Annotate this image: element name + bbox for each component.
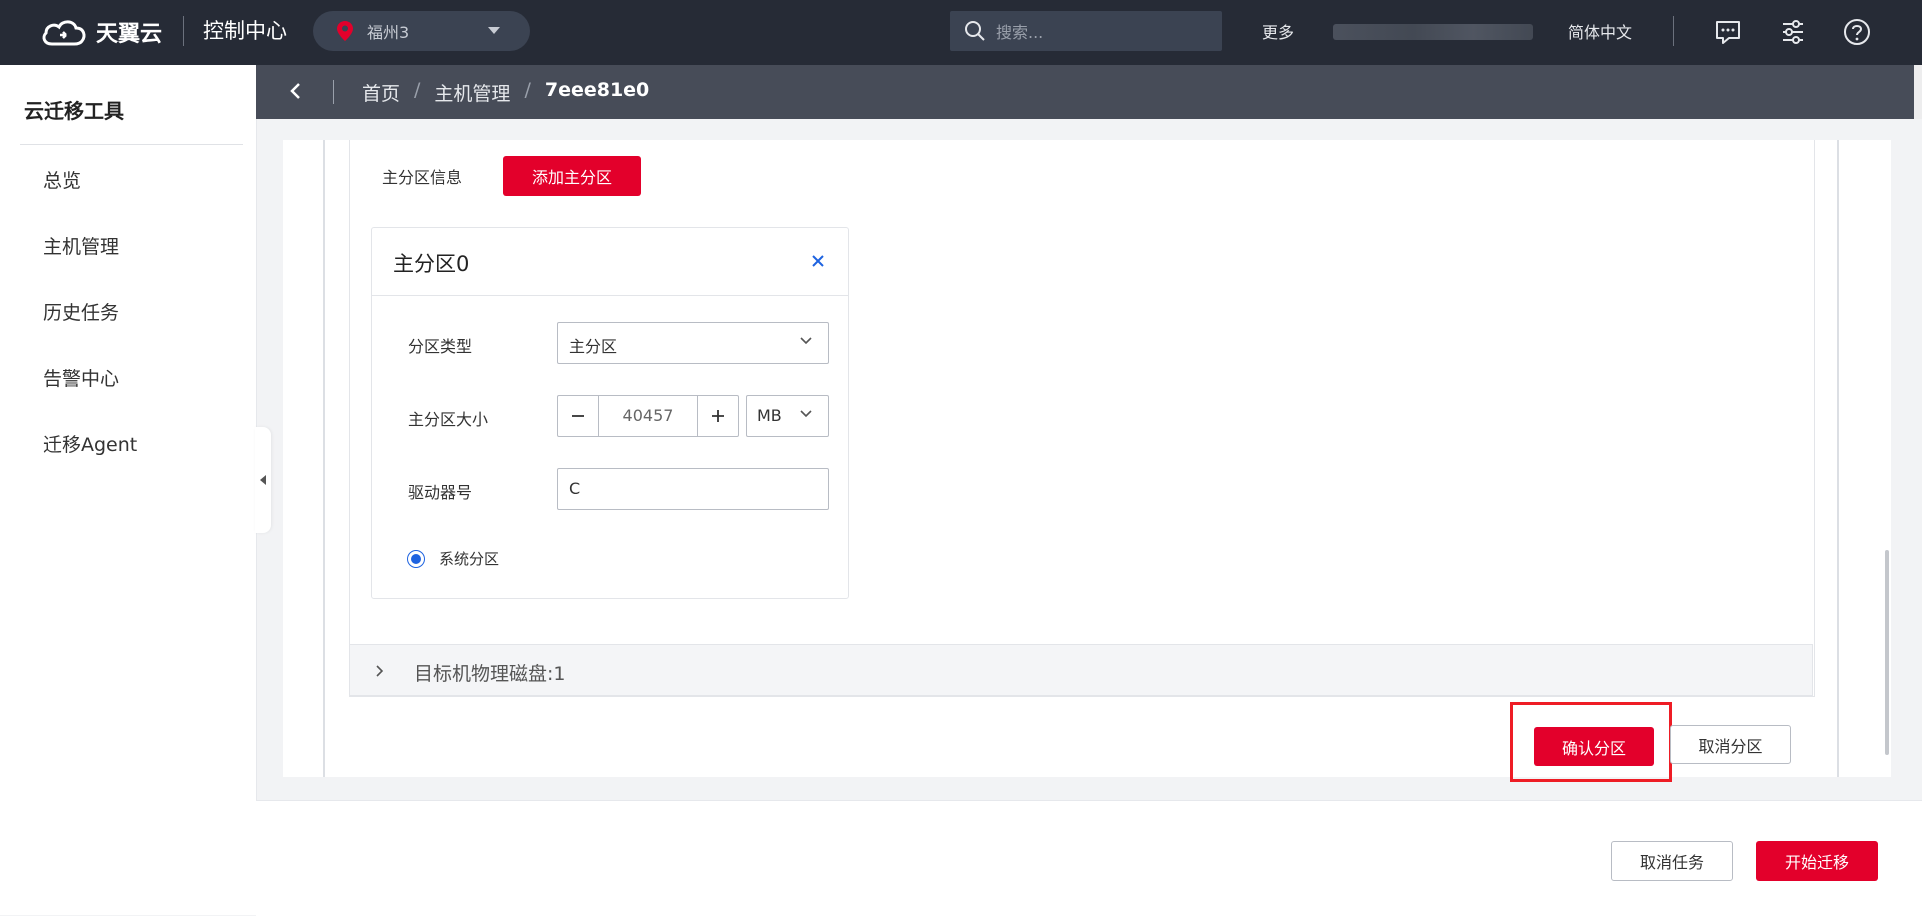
breadcrumb-bar: 首页 / 主机管理 / 7eee81e0: [256, 65, 1922, 119]
console-title[interactable]: 控制中心: [203, 16, 287, 46]
logo-text: 天翼云: [96, 22, 163, 47]
breadcrumb: 首页 / 主机管理 / 7eee81e0: [362, 79, 649, 106]
scrollbar-thumb[interactable]: [1885, 550, 1889, 755]
breadcrumb-current: 7eee81e0: [544, 79, 650, 101]
primary-partition-info-label: 主分区信息: [382, 168, 463, 187]
confirm-partition-button[interactable]: 确认分区: [1534, 727, 1654, 766]
partition-type-label: 分区类型: [408, 337, 473, 356]
system-partition-radio[interactable]: [407, 550, 425, 568]
plus-icon: [712, 410, 724, 422]
target-disk-label: 目标机物理磁盘:1: [414, 663, 566, 685]
sidebar-divider: [20, 144, 243, 145]
add-primary-partition-button[interactable]: 添加主分区: [503, 156, 641, 196]
drive-letter-value: C: [569, 479, 581, 498]
breadcrumb-divider: [333, 80, 334, 104]
disk-partition-section: 主分区信息 添加主分区 主分区0 分区类型 主分区 主分区大小 40457 MB…: [349, 140, 1815, 697]
main-content-card: 主分区信息 添加主分区 主分区0 分区类型 主分区 主分区大小 40457 MB…: [283, 140, 1891, 782]
partition-card: 主分区0 分区类型 主分区 主分区大小 40457 MB 驱动器号 C 系统分区: [371, 227, 849, 599]
caret-down-icon: [488, 27, 500, 34]
sidebar-item-alarm-center[interactable]: 告警中心: [43, 364, 119, 391]
header-divider: [1673, 16, 1674, 46]
partition-size-stepper: 40457: [557, 395, 739, 437]
minus-icon: [572, 415, 584, 417]
top-navigation-bar: 天翼云 控制中心 福州3 搜索... 更多 简体中文: [0, 0, 1922, 65]
scrollbar-track: [1914, 65, 1922, 119]
chevron-down-icon: [800, 337, 812, 345]
sidebar: 云迁移工具 总览 主机管理 历史任务 告警中心 迁移Agent: [0, 65, 257, 915]
breadcrumb-host-management[interactable]: 主机管理: [434, 79, 510, 106]
partition-config-panel: 主分区信息 添加主分区 主分区0 分区类型 主分区 主分区大小 40457 MB…: [323, 140, 1839, 782]
help-icon[interactable]: [1843, 18, 1871, 46]
close-icon[interactable]: [809, 252, 827, 270]
region-name: 福州3: [367, 23, 410, 42]
partition-size-input[interactable]: 40457: [599, 406, 697, 425]
message-icon[interactable]: [1714, 18, 1742, 46]
search-placeholder: 搜索...: [996, 23, 1044, 42]
header-divider: [183, 16, 184, 46]
search-input[interactable]: 搜索...: [950, 11, 1222, 51]
cloud-logo-icon: [42, 20, 86, 46]
chevron-down-icon: [800, 410, 812, 418]
cancel-task-button[interactable]: 取消任务: [1611, 841, 1733, 881]
sidebar-item-overview[interactable]: 总览: [43, 166, 81, 193]
partition-title: 主分区0: [393, 252, 470, 276]
sidebar-collapse-toggle[interactable]: [255, 427, 271, 533]
region-selector[interactable]: 福州3: [313, 11, 530, 51]
system-partition-label: 系统分区: [439, 550, 500, 568]
target-disk-collapse[interactable]: 目标机物理磁盘:1: [349, 644, 1813, 696]
drive-letter-label: 驱动器号: [408, 483, 473, 502]
location-pin-icon: [337, 21, 353, 41]
back-arrow-icon[interactable]: [284, 79, 308, 103]
breadcrumb-separator: /: [524, 79, 531, 101]
account-name-redacted[interactable]: [1333, 24, 1533, 40]
sidebar-item-host-management[interactable]: 主机管理: [43, 232, 119, 259]
settings-sliders-icon[interactable]: [1779, 18, 1807, 46]
cancel-partition-button[interactable]: 取消分区: [1670, 725, 1791, 764]
chevron-right-icon: [376, 665, 384, 677]
more-menu[interactable]: 更多: [1262, 19, 1294, 43]
partition-type-select[interactable]: 主分区: [557, 322, 829, 364]
unit-select[interactable]: MB: [746, 395, 829, 437]
start-migration-button[interactable]: 开始迁移: [1756, 841, 1878, 881]
partition-type-value: 主分区: [569, 337, 618, 356]
breadcrumb-separator: /: [414, 79, 421, 101]
caret-left-icon: [260, 475, 266, 485]
footer-action-bar: 取消任务 开始迁移: [256, 800, 1922, 916]
drive-letter-input[interactable]: C: [557, 468, 829, 510]
unit-value: MB: [757, 406, 782, 425]
breadcrumb-home[interactable]: 首页: [362, 79, 400, 106]
sidebar-item-migration-agent[interactable]: 迁移Agent: [43, 430, 137, 457]
sidebar-item-history-tasks[interactable]: 历史任务: [43, 298, 119, 325]
brand-logo[interactable]: 天翼云: [40, 12, 162, 52]
sidebar-title: 云迁移工具: [24, 99, 124, 123]
search-icon: [965, 21, 985, 41]
increment-button[interactable]: [697, 396, 738, 436]
decrement-button[interactable]: [558, 396, 599, 436]
partition-card-header: 主分区0: [372, 228, 848, 296]
language-switcher[interactable]: 简体中文: [1568, 19, 1632, 43]
partition-size-label: 主分区大小: [408, 410, 489, 429]
